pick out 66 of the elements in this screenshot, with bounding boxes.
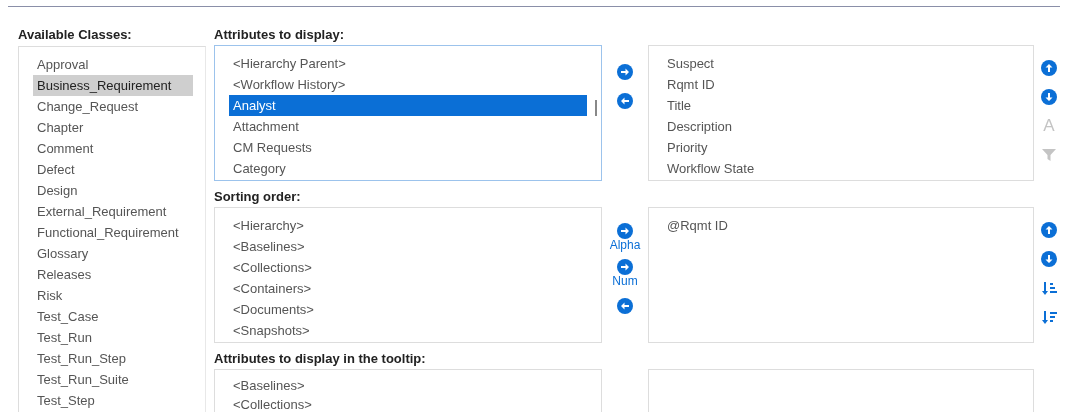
sort-add-button[interactable]: Num [612,259,638,287]
list-item[interactable]: <Collections> [229,395,587,412]
list-item[interactable]: <Containers> [229,278,587,299]
move-down-button[interactable] [1041,89,1057,105]
arrow-up-icon [1041,60,1057,76]
list-item[interactable]: Description [663,116,1019,137]
list-item[interactable]: <Workflow History> [229,74,587,95]
remove-button[interactable] [617,298,633,314]
section-heading: Sorting order: [214,189,302,206]
list-item[interactable]: Attachment [229,116,587,137]
list-item[interactable]: <Hierarchy Parent> [229,53,587,74]
arrow-right-icon [617,64,633,80]
sort-ascending-button[interactable] [1041,280,1057,296]
list-item[interactable]: @Rqmt ID [663,215,1019,236]
sort-add-button[interactable]: Alpha [609,223,641,251]
arrow-right-icon [617,223,633,239]
sort-descending-icon [1041,309,1057,325]
list-item[interactable]: <Snapshots> [229,320,587,341]
arrow-down-icon [1041,89,1057,105]
list-item[interactable]: Rqmt ID [663,74,1019,95]
list-item[interactable]: Business_Requirement [33,75,193,96]
list-item[interactable]: Analyst [229,95,587,116]
list-item[interactable]: Glossary [33,243,193,264]
sort-descending-button[interactable] [1041,309,1057,325]
list-item[interactable]: External_Requirement [33,201,193,222]
list-item[interactable]: Category [229,158,587,179]
move-up-button[interactable] [1041,60,1057,76]
arrow-up-icon [1041,222,1057,238]
panel-heading: Available Classes: [18,26,133,44]
section-heading: Attributes to display in the tooltip: [214,351,427,368]
arrow-down-icon [1041,251,1057,267]
sort-ascending-icon [1041,280,1057,296]
list-item[interactable]: Approval [33,54,193,75]
arrow-left-icon [617,93,633,109]
add-button[interactable] [617,64,633,80]
list-item[interactable]: Test_Case [33,306,193,327]
list-item[interactable]: Chapter [33,117,193,138]
list-item[interactable]: Test_Run [33,327,193,348]
list-item[interactable]: <Documents> [229,299,587,320]
filter-icon [1041,147,1057,163]
list-item[interactable]: Test_Step [33,390,193,411]
section-heading: Attributes to display: [214,27,345,44]
list-item[interactable]: Suspect [663,53,1019,74]
scrollbar-thumb[interactable] [595,100,597,116]
list-item[interactable]: <Baselines> [229,376,587,395]
move-up-button[interactable] [1041,222,1057,238]
list-item[interactable]: Design [33,180,193,201]
list-item[interactable]: Defect [33,159,193,180]
list-item[interactable]: Change_Request [33,96,193,117]
list-item[interactable]: Functional_Requirement [33,222,193,243]
list-item[interactable]: Priority [663,137,1019,158]
list-item[interactable]: <Baselines> [229,236,587,257]
list-item[interactable]: Risk [33,285,193,306]
arrow-right-icon [617,259,633,275]
list-item[interactable]: <Hierarchy> [229,215,587,236]
list-item[interactable]: Releases [33,264,193,285]
list-item[interactable]: Test_Run_Step [33,348,193,369]
list-item[interactable]: Comment [33,138,193,159]
list-item[interactable]: Test_Run_Suite [33,369,193,390]
arrow-left-icon [617,298,633,314]
list-item[interactable]: Workflow State [663,158,1019,179]
list-item[interactable]: CM Requests [229,137,587,158]
remove-button[interactable] [617,93,633,109]
list-item[interactable]: <Collections> [229,257,587,278]
move-down-button[interactable] [1041,251,1057,267]
list-item[interactable]: Title [663,95,1019,116]
